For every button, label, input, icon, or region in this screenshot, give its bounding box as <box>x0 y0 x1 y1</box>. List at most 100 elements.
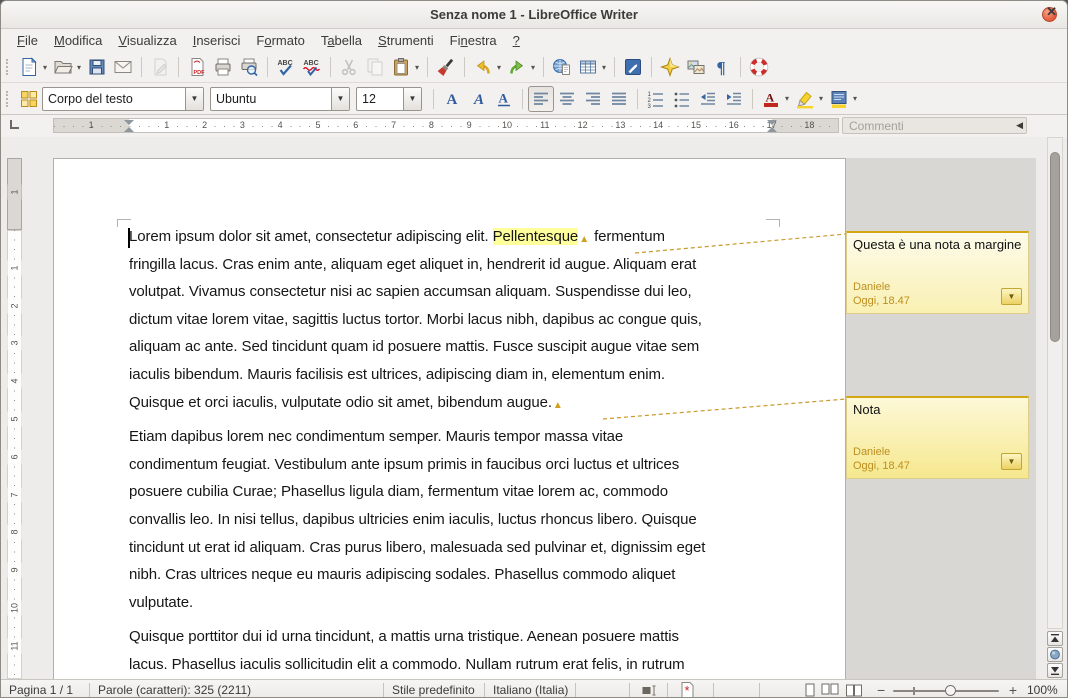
menu-tabella[interactable]: Tabella <box>313 31 370 50</box>
comments-collapse-icon[interactable]: ◀ <box>1016 120 1026 131</box>
ruler-row: 1123456789101112131415161718 Commenti ◀ <box>1 115 1067 137</box>
next-page-button[interactable] <box>1047 663 1063 678</box>
clone-formatting-button[interactable] <box>433 54 459 80</box>
ruler-number: 3 <box>8 336 22 351</box>
font-size-combo[interactable]: 12▼ <box>356 87 422 111</box>
page-style-status[interactable]: Stile predefinito <box>392 683 475 697</box>
font-name-combo-dropdown-icon[interactable]: ▼ <box>331 88 349 110</box>
zoom-level[interactable]: 100% <box>1027 683 1058 697</box>
menu-finestra[interactable]: Finestra <box>442 31 505 50</box>
document-modified-icon[interactable]: * <box>679 681 697 698</box>
save-button[interactable] <box>84 54 110 80</box>
paragraph-style-combo-dropdown-icon[interactable]: ▼ <box>185 88 203 110</box>
justify-button[interactable] <box>606 86 632 112</box>
bold-button[interactable]: A <box>439 86 465 112</box>
highlighting-button[interactable] <box>792 86 818 112</box>
menu-inserisci[interactable]: Inserisci <box>185 31 249 50</box>
print-button[interactable] <box>210 54 236 80</box>
book-view-icon[interactable] <box>845 681 863 698</box>
menu-formato[interactable]: Formato <box>248 31 312 50</box>
align-center-button[interactable] <box>554 86 580 112</box>
cut-button[interactable] <box>336 54 362 80</box>
formatting-marks-button[interactable]: ¶ <box>709 54 735 80</box>
menu-visualizza[interactable]: Visualizza <box>110 31 184 50</box>
paragraph-background-button[interactable] <box>826 86 852 112</box>
font-name-combo-value[interactable]: Ubuntu <box>211 92 331 106</box>
svg-text:A: A <box>473 92 484 108</box>
insert-mode-icon[interactable] <box>641 681 659 698</box>
navigation-button[interactable] <box>1047 647 1063 662</box>
edit-file-button[interactable] <box>147 54 173 80</box>
comment-text[interactable]: Nota <box>853 402 1022 417</box>
multi-page-view-icon[interactable] <box>821 681 839 698</box>
table-button[interactable] <box>575 54 601 80</box>
document-text-area[interactable]: Lorem ipsum dolor sit amet, consectetur … <box>129 223 779 679</box>
undo-button[interactable] <box>470 54 496 80</box>
font-color-button[interactable]: A <box>758 86 784 112</box>
comment-menu-button[interactable]: ▼ <box>1001 453 1022 470</box>
zoom-in-icon[interactable]: + <box>1009 682 1017 698</box>
menu-modifica[interactable]: Modifica <box>46 31 110 50</box>
page-number-status[interactable]: Pagina 1 / 1 <box>9 683 73 697</box>
comment-note[interactable]: Questa è una nota a margine Daniele Oggi… <box>846 231 1029 314</box>
font-size-combo-value[interactable]: 12 <box>357 92 403 106</box>
comment-anchor-icon[interactable]: ▲ <box>553 392 563 420</box>
vertical-ruler[interactable]: 11234567891011 <box>7 137 22 679</box>
styles-sidebar-button[interactable] <box>16 86 42 112</box>
comment-text[interactable]: Questa è una nota a margine <box>853 237 1022 252</box>
auto-spellcheck-button[interactable]: ABC <box>299 54 325 80</box>
scrollbar-thumb[interactable] <box>1050 152 1060 342</box>
previous-page-button[interactable] <box>1047 631 1063 646</box>
zoom-slider-handle[interactable] <box>945 685 956 696</box>
comments-panel: Questa è una nota a margine Daniele Oggi… <box>846 158 1036 679</box>
paragraph-style-combo-value[interactable]: Corpo del testo <box>43 92 185 106</box>
email-button[interactable] <box>110 54 136 80</box>
open-button[interactable] <box>50 54 76 80</box>
comments-ruler-button[interactable]: Commenti ◀ <box>842 117 1027 134</box>
increase-indent-button[interactable] <box>721 86 747 112</box>
language-status[interactable]: Italiano (Italia) <box>493 683 568 697</box>
decrease-indent-button[interactable] <box>695 86 721 112</box>
spelling-button[interactable]: ABC <box>273 54 299 80</box>
comment-highlighted-text[interactable]: Pellentesque <box>493 228 579 245</box>
tab-stop-selector-icon[interactable] <box>10 120 19 129</box>
comment-anchor-icon[interactable]: ▲ <box>579 226 589 254</box>
menu-file[interactable]: File <box>9 31 46 50</box>
menu-help[interactable]: ? <box>505 31 528 50</box>
underline-button[interactable]: A <box>491 86 517 112</box>
svg-text:A: A <box>499 90 509 105</box>
hyperlink-button[interactable] <box>549 54 575 80</box>
comment-author: Daniele <box>853 280 910 294</box>
print-preview-button[interactable] <box>236 54 262 80</box>
italic-button[interactable]: A <box>465 86 491 112</box>
align-right-button[interactable] <box>580 86 606 112</box>
vertical-scrollbar[interactable] <box>1047 137 1063 629</box>
help-button[interactable] <box>746 54 772 80</box>
redo-button[interactable] <box>504 54 530 80</box>
font-size-combo-dropdown-icon[interactable]: ▼ <box>403 88 421 110</box>
comment-menu-button[interactable]: ▼ <box>1001 288 1022 305</box>
menu-strumenti[interactable]: Strumenti <box>370 31 442 50</box>
single-page-view-icon[interactable] <box>801 681 819 698</box>
gallery-button[interactable] <box>683 54 709 80</box>
zoom-out-icon[interactable]: − <box>877 682 885 698</box>
new-document-button[interactable] <box>16 54 42 80</box>
horizontal-ruler[interactable]: 1123456789101112131415161718 <box>53 118 839 133</box>
export-pdf-button[interactable]: PDF <box>184 54 210 80</box>
comment-note[interactable]: Nota Daniele Oggi, 18.47 ▼ <box>846 396 1029 479</box>
document-close-icon[interactable]: ✕ <box>1046 4 1057 20</box>
drawing-button[interactable] <box>620 54 646 80</box>
numbered-list-button[interactable]: 123 <box>643 86 669 112</box>
bullet-list-button[interactable] <box>669 86 695 112</box>
align-right-icon <box>583 89 603 109</box>
word-count-status[interactable]: Parole (caratteri): 325 (2211) <box>98 683 251 697</box>
font-name-combo[interactable]: Ubuntu▼ <box>210 87 350 111</box>
paste-button[interactable] <box>388 54 414 80</box>
align-left-button[interactable] <box>528 86 554 112</box>
ruler-number: 7 <box>389 120 398 131</box>
paragraph-style-combo[interactable]: Corpo del testo▼ <box>42 87 204 111</box>
copy-button[interactable] <box>362 54 388 80</box>
zoom-slider[interactable]: − + <box>877 682 1019 698</box>
navigator-button[interactable] <box>657 54 683 80</box>
open-icon <box>53 57 73 77</box>
